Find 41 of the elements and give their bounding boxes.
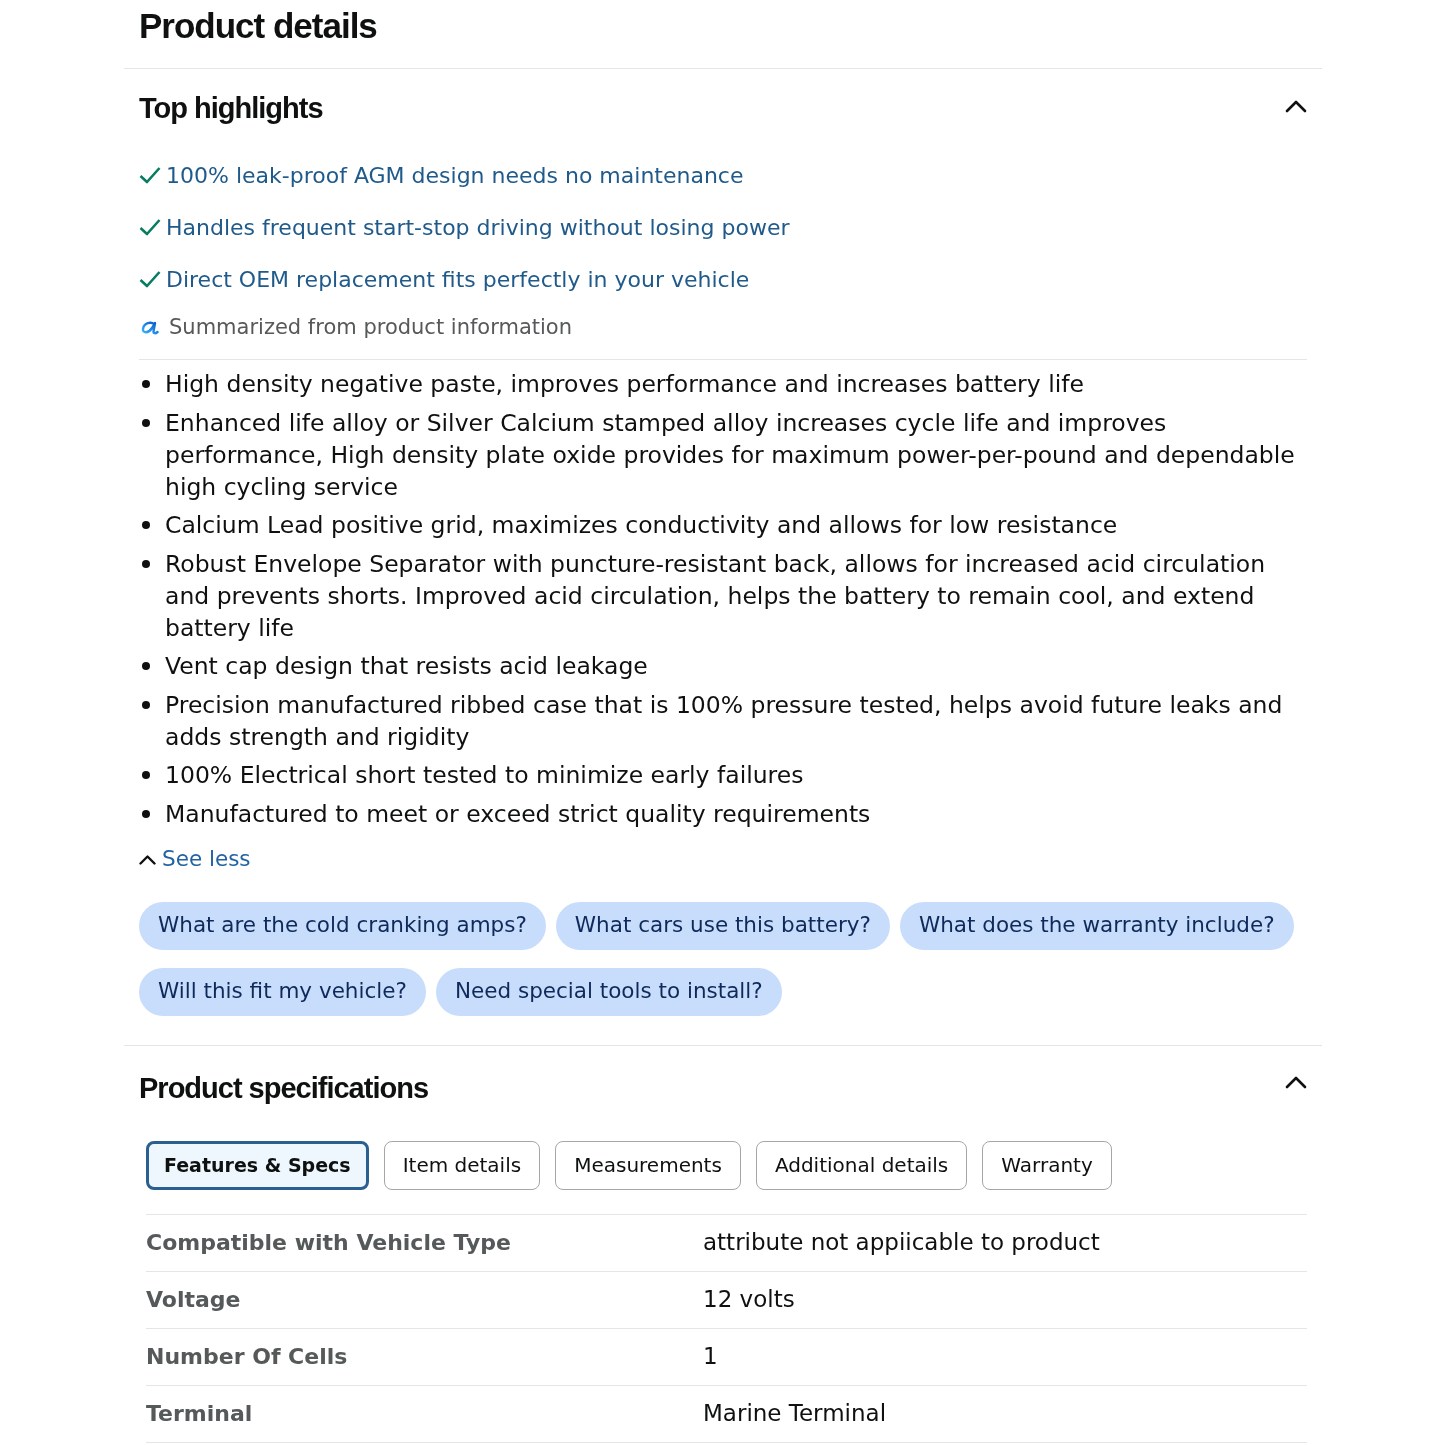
page-title: Product details bbox=[138, 5, 378, 47]
script-a-icon bbox=[141, 321, 159, 335]
chevron-up-icon[interactable] bbox=[1285, 98, 1307, 114]
bullet-text: Manufactured to meet or exceed strict quality requirements bbox=[165, 798, 871, 830]
highlight-text: Handles frequent start-stop driving without losing power bbox=[166, 213, 790, 242]
bullet-text: Enhanced life alloy or Silver Calcium stamped alloy increases cycle life and improves performance, High density plate oxide provides for maximum power-per-pound and dependable high cycling service bbox=[165, 407, 1296, 503]
highlight-text: Direct OEM replacement fits perfectly in your vehicle bbox=[166, 265, 750, 294]
spec-value: 1 bbox=[703, 1342, 718, 1372]
spec-label: Number Of Cells bbox=[146, 1343, 349, 1371]
question-chip[interactable]: Will this fit my vehicle? bbox=[139, 967, 426, 1016]
spec-tab[interactable]: Additional details bbox=[755, 1140, 968, 1190]
bullet-text: Vent cap design that resists acid leakage bbox=[165, 651, 648, 682]
section-title: Top highlights bbox=[139, 91, 323, 127]
bullet-text: High density negative paste, improves performance and increases battery life bbox=[165, 369, 1084, 400]
spec-tab[interactable]: Measurements bbox=[555, 1140, 741, 1190]
bullet-text: Robust Envelope Separator with puncture-resistant back, allows for increased acid circulation and prevents shorts. Improved acid circulation, helps the battery to remain cool, and extend battery life bbox=[165, 548, 1267, 644]
section-title: Product specifications bbox=[139, 1070, 428, 1106]
summary-note: Summarized from product information bbox=[169, 314, 573, 342]
see-less-link[interactable]: See less bbox=[162, 843, 251, 876]
spec-tab[interactable]: Item details bbox=[383, 1140, 541, 1190]
highlight-text: 100% leak-proof AGM design needs no maintenance bbox=[166, 161, 744, 190]
spec-label: Compatible with Vehicle Type bbox=[146, 1229, 512, 1257]
spec-label: Terminal bbox=[146, 1400, 254, 1428]
spec-value: attribute not appiicable to product bbox=[703, 1228, 1100, 1258]
check-icon bbox=[139, 218, 161, 236]
spec-value: 12 volts bbox=[703, 1285, 795, 1315]
question-chip[interactable]: What are the cold cranking amps? bbox=[139, 901, 546, 950]
spec-tab[interactable]: Warranty bbox=[982, 1140, 1112, 1190]
check-icon bbox=[139, 166, 161, 184]
bullet-text: 100% Electrical short tested to minimize early failures bbox=[165, 760, 804, 791]
question-chip[interactable]: Need special tools to install? bbox=[435, 967, 782, 1016]
chevron-up-icon bbox=[139, 854, 156, 865]
spec-label: Voltage bbox=[146, 1286, 242, 1314]
question-chip[interactable]: What cars use this battery? bbox=[555, 901, 890, 950]
spec-value: Marine Terminal bbox=[703, 1399, 887, 1429]
spec-tab[interactable]: Features & Specs bbox=[146, 1140, 369, 1190]
bullet-text: Precision manufactured ribbed case that is 100% pressure tested, helps avoid future leaks and adds strength and rigidity bbox=[165, 689, 1284, 753]
check-icon bbox=[139, 270, 161, 288]
question-chip[interactable]: What does the warranty include? bbox=[899, 901, 1294, 950]
chevron-up-icon[interactable] bbox=[1285, 1075, 1307, 1090]
bullet-text: Calcium Lead positive grid, maximizes conductivity and allows for low resistance bbox=[165, 510, 1118, 541]
